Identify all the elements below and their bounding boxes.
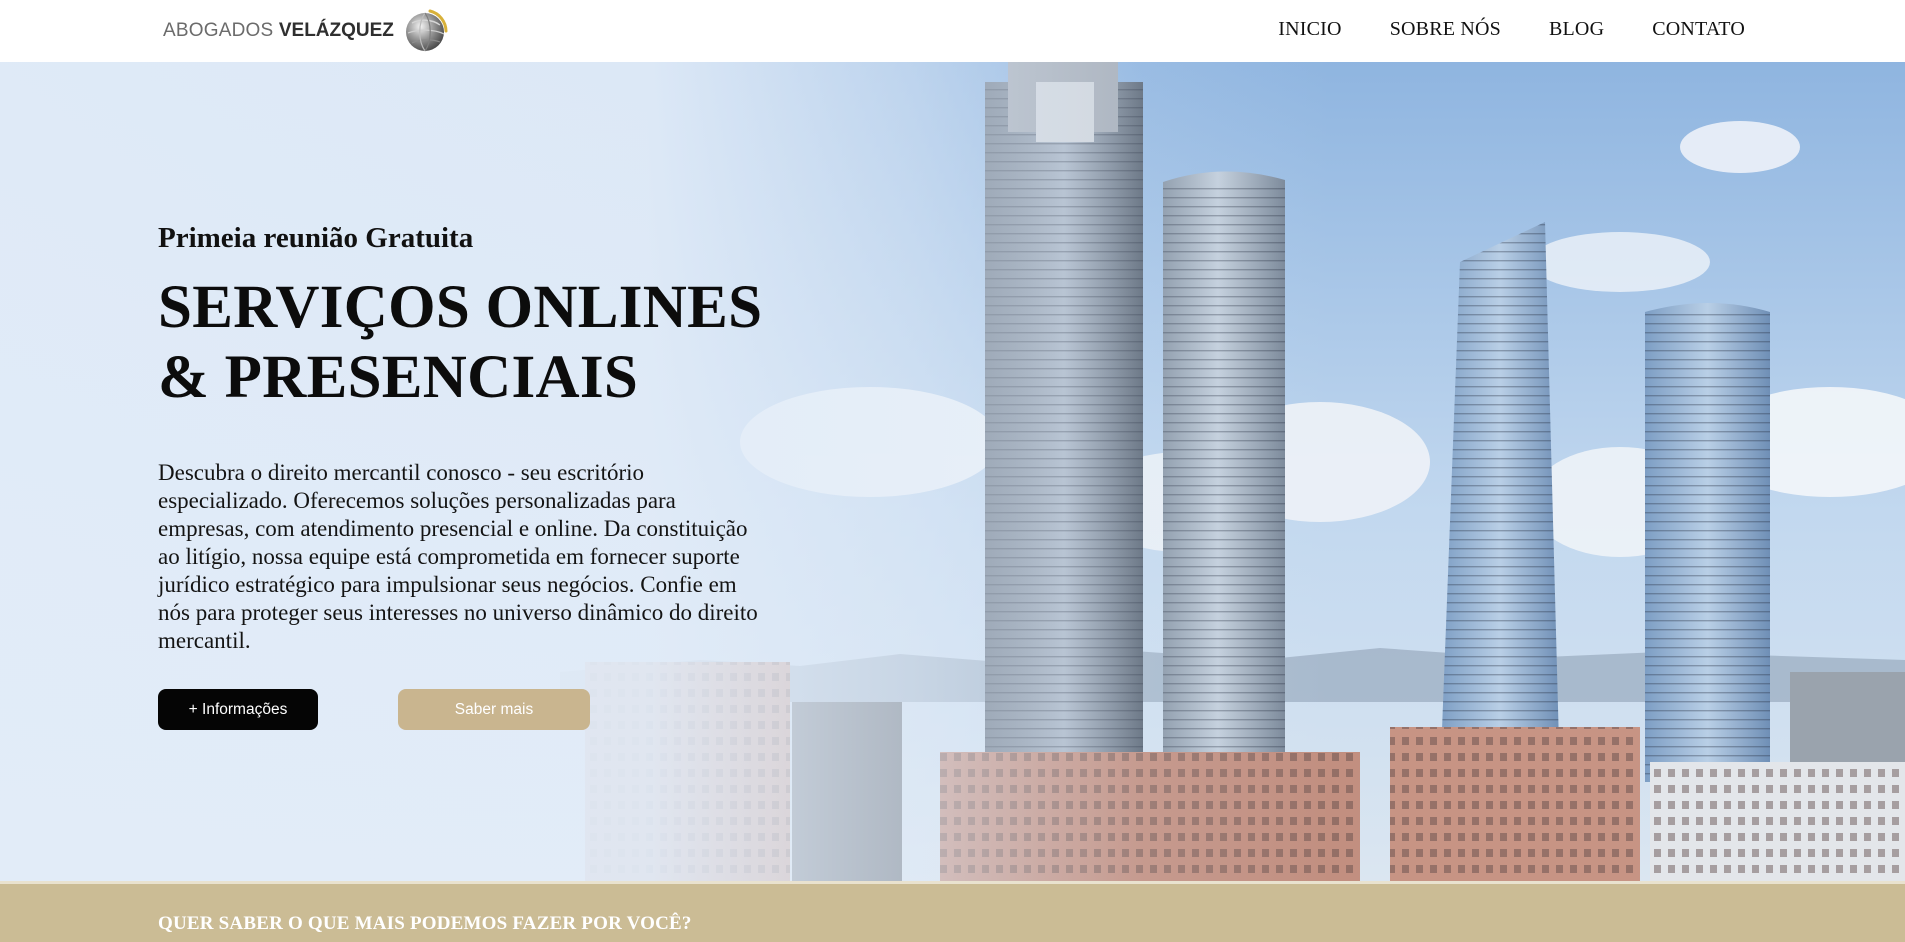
- brand-name-light: ABOGADOS: [163, 20, 274, 41]
- hero-headline-line1: SERVIÇOS ONLINES: [158, 274, 763, 341]
- nav-inicio[interactable]: INICIO: [1278, 18, 1341, 41]
- hero-eyebrow: Primeia reunião Gratuita: [158, 222, 474, 254]
- main-nav: INICIO SOBRE NÓS BLOG CONTATO: [1278, 0, 1745, 58]
- nav-contato[interactable]: CONTATO: [1652, 18, 1745, 41]
- hero-buttons: + Informações Saber mais: [158, 689, 768, 730]
- brand-name: ABOGADOS VELÁZQUEZ: [163, 20, 394, 42]
- hero-headline-line2: & PRESENCIAIS: [158, 344, 639, 411]
- site-header: ABOGADOS VELÁZQUEZ INICIO SOBRE NÓS BLOG…: [0, 0, 1905, 62]
- nav-blog[interactable]: BLOG: [1549, 18, 1604, 41]
- cta-strip: QUER SABER O QUE MAIS PODEMOS FAZER POR …: [0, 881, 1905, 942]
- brand-logo[interactable]: ABOGADOS VELÁZQUEZ: [163, 8, 448, 54]
- hero-section: Primeia reunião Gratuita SERVIÇOS ONLINE…: [0, 62, 1905, 881]
- more-info-button[interactable]: + Informações: [158, 689, 318, 730]
- globe-icon: [405, 9, 448, 52]
- brand-name-bold: VELÁZQUEZ: [278, 20, 394, 41]
- learn-more-button[interactable]: Saber mais: [398, 689, 590, 730]
- hero-description: Descubra o direito mercantil conosco - s…: [158, 460, 758, 653]
- hero-content: Primeia reunião Gratuita SERVIÇOS ONLINE…: [158, 222, 768, 730]
- cta-strip-heading: QUER SABER O QUE MAIS PODEMOS FAZER POR …: [158, 913, 692, 934]
- hero-headline: SERVIÇOS ONLINES & PRESENCIAIS: [158, 273, 768, 413]
- nav-sobre-nos[interactable]: SOBRE NÓS: [1390, 18, 1501, 41]
